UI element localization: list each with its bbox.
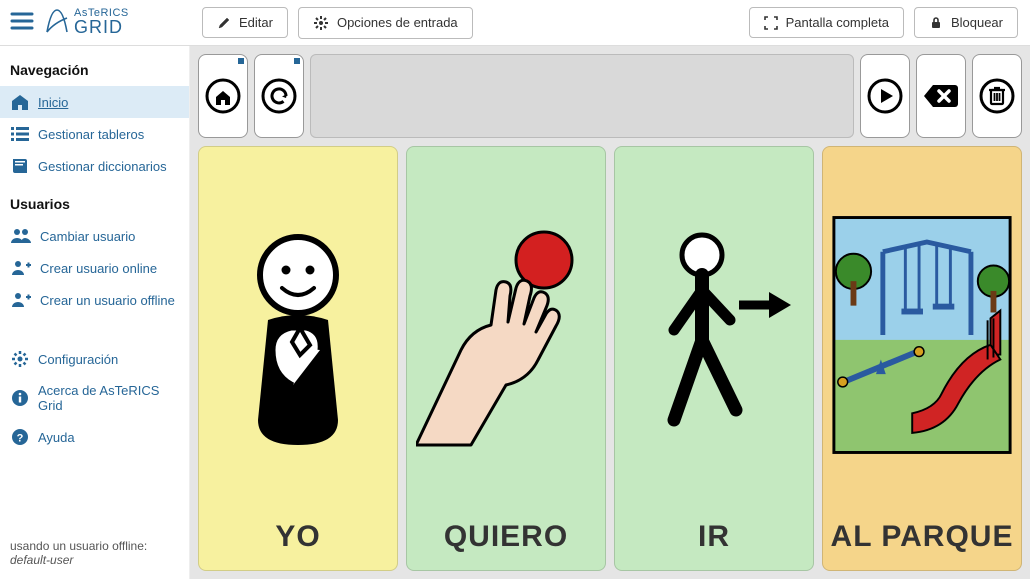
app-logo: AsTeRICS GRID bbox=[44, 5, 129, 41]
lock-icon bbox=[929, 16, 943, 30]
home-icon bbox=[10, 93, 30, 111]
card-yo[interactable]: YO bbox=[198, 146, 398, 571]
backspace-icon bbox=[921, 81, 961, 111]
card-label: QUIERO bbox=[444, 521, 568, 553]
nav-heading: Navegación bbox=[0, 56, 189, 86]
sidebar-item-settings[interactable]: Configuración bbox=[0, 342, 189, 376]
sidebar-item-label: Acerca de AsTeRICS Grid bbox=[38, 383, 179, 413]
sidebar-footer: usando un usuario offline: default-user bbox=[0, 533, 189, 573]
sidebar-item-create-online-user[interactable]: Crear usuario online bbox=[0, 252, 189, 284]
gear-icon bbox=[10, 349, 30, 369]
menu-toggle-icon[interactable] bbox=[10, 11, 34, 34]
svg-text:?: ? bbox=[17, 433, 24, 445]
fullscreen-label: Pantalla completa bbox=[786, 15, 889, 30]
pencil-icon bbox=[217, 16, 231, 30]
input-options-button[interactable]: Opciones de entrada bbox=[298, 7, 473, 39]
sentence-field[interactable] bbox=[310, 54, 854, 138]
hand-ball-icon bbox=[416, 220, 596, 450]
card-label: AL PARQUE bbox=[831, 521, 1014, 553]
sidebar-item-help[interactable]: ? Ayuda bbox=[0, 420, 189, 454]
book-icon bbox=[10, 157, 30, 175]
lock-button[interactable]: Bloquear bbox=[914, 7, 1018, 38]
sidebar-item-label: Crear un usuario offline bbox=[40, 293, 175, 308]
list-icon bbox=[10, 125, 30, 143]
fullscreen-button[interactable]: Pantalla completa bbox=[749, 7, 904, 38]
user-plus-icon bbox=[10, 291, 32, 309]
edit-label: Editar bbox=[239, 15, 273, 30]
fullscreen-icon bbox=[764, 16, 778, 30]
card-ir[interactable]: IR bbox=[614, 146, 814, 571]
sidebar-item-switch-user[interactable]: Cambiar usuario bbox=[0, 220, 189, 252]
card-label: IR bbox=[698, 521, 730, 553]
card-quiero[interactable]: QUIERO bbox=[406, 146, 606, 571]
actionbar-undo-button[interactable] bbox=[254, 54, 304, 138]
person-self-icon bbox=[218, 220, 378, 450]
undo-circle-icon bbox=[260, 77, 298, 115]
play-circle-icon bbox=[866, 77, 904, 115]
sidebar-item-label: Configuración bbox=[38, 352, 118, 367]
sidebar-item-label: Ayuda bbox=[38, 430, 75, 445]
card-image bbox=[829, 157, 1015, 513]
sidebar-item-label: Crear usuario online bbox=[40, 261, 157, 276]
card-image bbox=[205, 157, 391, 513]
sidebar-item-about[interactable]: Acerca de AsTeRICS Grid bbox=[0, 376, 189, 420]
sidebar-item-label: Gestionar tableros bbox=[38, 127, 144, 142]
park-icon bbox=[829, 210, 1015, 460]
actionbar-trash-button[interactable] bbox=[972, 54, 1022, 138]
logo-line2: GRID bbox=[74, 19, 129, 35]
home-circle-icon bbox=[204, 77, 242, 115]
card-al-parque[interactable]: AL PARQUE bbox=[822, 146, 1022, 571]
grid: YO QUIERO bbox=[198, 146, 1022, 571]
sidebar: Navegación Inicio Gestionar tableros Ges… bbox=[0, 46, 190, 579]
trash-circle-icon bbox=[978, 77, 1016, 115]
user-plus-icon bbox=[10, 259, 32, 277]
action-bar bbox=[198, 54, 1022, 138]
actionbar-home-button[interactable] bbox=[198, 54, 248, 138]
footer-prefix: usando un usuario offline: bbox=[10, 539, 147, 553]
sidebar-item-boards[interactable]: Gestionar tableros bbox=[0, 118, 189, 150]
users-icon bbox=[10, 227, 32, 245]
sidebar-item-label: Gestionar diccionarios bbox=[38, 159, 167, 174]
actionbar-delete-word-button[interactable] bbox=[916, 54, 966, 138]
lock-label: Bloquear bbox=[951, 15, 1003, 30]
question-icon: ? bbox=[10, 427, 30, 447]
actionbar-play-button[interactable] bbox=[860, 54, 910, 138]
sidebar-item-create-offline-user[interactable]: Crear un usuario offline bbox=[0, 284, 189, 316]
sidebar-item-home[interactable]: Inicio bbox=[0, 86, 189, 118]
info-icon bbox=[10, 388, 30, 408]
corner-marker bbox=[294, 58, 300, 64]
edit-button[interactable]: Editar bbox=[202, 7, 288, 38]
sidebar-item-dictionaries[interactable]: Gestionar diccionarios bbox=[0, 150, 189, 182]
users-heading: Usuarios bbox=[0, 190, 189, 220]
card-image bbox=[621, 157, 807, 513]
sidebar-item-label: Inicio bbox=[38, 95, 68, 110]
input-options-label: Opciones de entrada bbox=[337, 15, 458, 30]
gear-icon bbox=[313, 15, 329, 31]
footer-user: default-user bbox=[10, 553, 73, 567]
card-image bbox=[413, 157, 599, 513]
sidebar-item-label: Cambiar usuario bbox=[40, 229, 135, 244]
corner-marker bbox=[238, 58, 244, 64]
walk-arrow-icon bbox=[624, 220, 804, 450]
card-label: YO bbox=[275, 521, 320, 553]
